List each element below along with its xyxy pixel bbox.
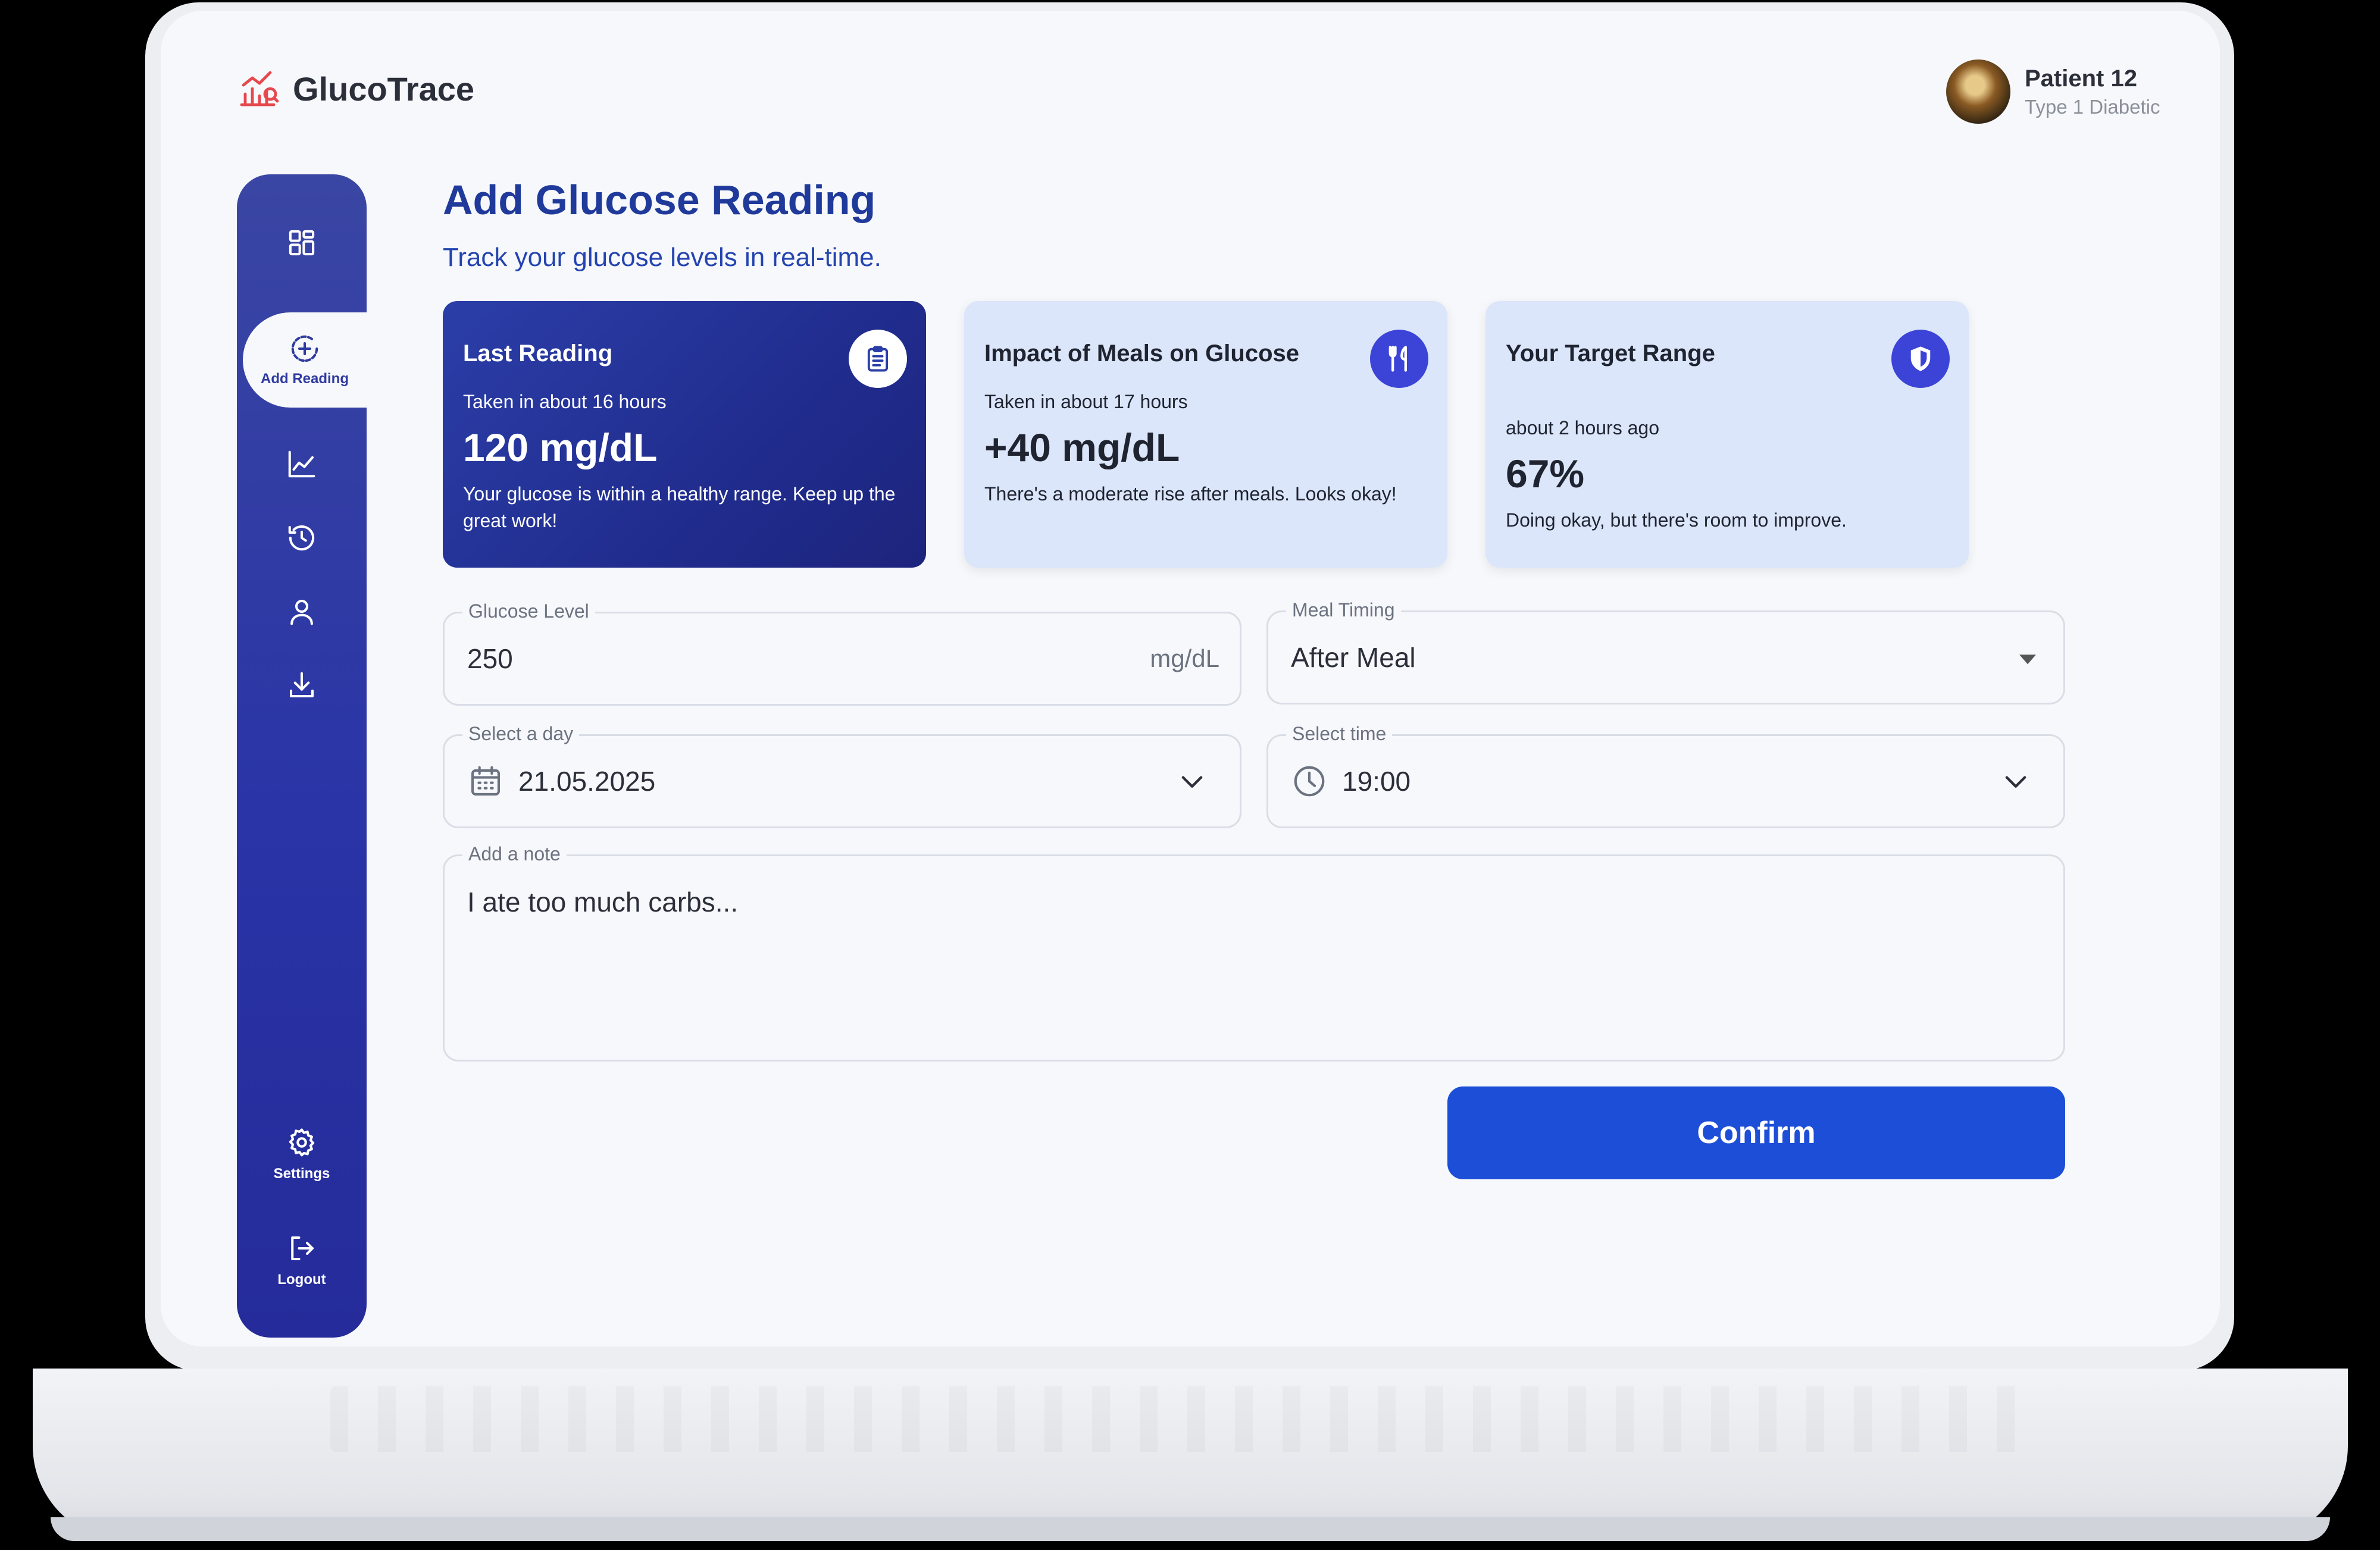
card-subtitle: Taken in about 16 hours [463, 391, 667, 412]
note-textarea[interactable]: Add a note I ate too much carbs... [443, 843, 2065, 1061]
user-subtitle: Type 1 Diabetic [2025, 95, 2160, 118]
day-value: 21.05.2025 [518, 766, 656, 797]
shield-icon [1910, 346, 1931, 371]
card-subtitle: about 2 hours ago [1506, 417, 1659, 439]
logo-chart-icon [240, 71, 279, 107]
time-label: Select time [1286, 723, 1393, 745]
card-value: 67% [1506, 452, 1585, 496]
sidebar: Add Reading Settings Logout [237, 174, 367, 1338]
card-icon-badge [849, 330, 907, 388]
app-screen: GlucoTrace Patient 12 Type 1 Diabetic Ad… [161, 11, 2220, 1347]
laptop-keyboard [330, 1386, 2044, 1452]
profile-icon [290, 599, 313, 625]
sidebar-item-download[interactable] [237, 669, 367, 702]
glucose-level-field[interactable]: Glucose Level 250 mg/dL [443, 600, 1241, 706]
laptop-base [33, 1369, 2348, 1541]
card-description: There's a moderate rise after meals. Loo… [984, 483, 1397, 505]
time-value: 19:00 [1342, 766, 1411, 797]
note-value[interactable]: I ate too much carbs... [467, 886, 738, 918]
meal-timing-select[interactable]: Meal Timing After Meal [1266, 599, 2065, 704]
meal-timing-label: Meal Timing [1286, 599, 1401, 621]
card-subtitle: Taken in about 17 hours [984, 391, 1188, 412]
sidebar-item-settings[interactable]: Settings [237, 1126, 367, 1182]
calendar-icon [471, 766, 501, 796]
card-title: Last Reading [463, 340, 613, 367]
add-circle-icon [291, 335, 318, 362]
sidebar-item-dashboard[interactable] [237, 227, 367, 259]
download-icon [289, 672, 314, 698]
card-icon-badge [1891, 330, 1950, 388]
card-icon-badge [1370, 330, 1428, 388]
clipboard-icon [867, 346, 889, 372]
glucose-level-input[interactable]: 250 [467, 643, 513, 675]
caret-down-icon[interactable] [2019, 655, 2036, 665]
settings-label: Settings [273, 1166, 330, 1182]
logout-label: Logout [277, 1272, 326, 1288]
avatar[interactable] [1946, 60, 2010, 124]
card-value: 120 mg/dL [463, 425, 658, 469]
chevron-down-icon[interactable] [2000, 766, 2031, 797]
card-title: Your Target Range [1506, 340, 1715, 367]
time-picker[interactable]: Select time 19:00 [1266, 723, 2065, 828]
card-description: Doing okay, but there's room to improve. [1506, 509, 1847, 531]
sidebar-item-label: Add Reading [261, 371, 349, 387]
user-name: Patient 12 [2025, 65, 2137, 92]
chevron-down-icon[interactable] [1177, 766, 1208, 797]
card-title: Impact of Meals on Glucose [984, 340, 1300, 367]
meal-timing-value: After Meal [1291, 642, 1416, 673]
history-icon [288, 525, 315, 551]
sidebar-item-profile[interactable] [237, 596, 367, 628]
utensils-icon [1388, 346, 1407, 372]
glucose-unit: mg/dL [1150, 644, 1219, 672]
sidebar-item-analytics[interactable] [237, 448, 367, 480]
logout-icon [291, 1236, 314, 1261]
page-title: Add Glucose Reading [443, 177, 876, 223]
day-label: Select a day [462, 723, 580, 745]
day-picker[interactable]: Select a day 21.05.2025 [443, 723, 1241, 828]
laptop-foot [51, 1517, 2330, 1541]
app-name: GlucoTrace [293, 70, 475, 108]
card-last-reading[interactable]: Last Reading Taken in about 16 hours 120… [443, 301, 926, 568]
card-meal-impact[interactable]: Impact of Meals on Glucose Taken in abou… [964, 301, 1447, 568]
sidebar-item-logout[interactable]: Logout [237, 1232, 367, 1288]
chart-icon [288, 450, 315, 478]
note-label: Add a note [462, 843, 567, 865]
page-subtitle: Track your glucose levels in real-time. [443, 243, 881, 272]
gear-icon [289, 1128, 315, 1157]
card-target-range[interactable]: Your Target Range about 2 hours ago 67% … [1485, 301, 1969, 568]
glucose-level-label: Glucose Level [462, 600, 595, 622]
confirm-button[interactable]: Confirm [1447, 1086, 2065, 1179]
dashboard-icon [289, 230, 315, 256]
app-logo[interactable]: GlucoTrace [238, 67, 474, 110]
user-profile[interactable]: Patient 12 Type 1 Diabetic [1946, 60, 2160, 124]
card-description: Your glucose is within a healthy range. … [463, 483, 896, 531]
sidebar-item-add-reading[interactable]: Add Reading [243, 312, 367, 408]
sidebar-item-history[interactable] [237, 522, 367, 554]
clock-icon [1294, 766, 1325, 797]
card-value: +40 mg/dL [984, 425, 1180, 469]
